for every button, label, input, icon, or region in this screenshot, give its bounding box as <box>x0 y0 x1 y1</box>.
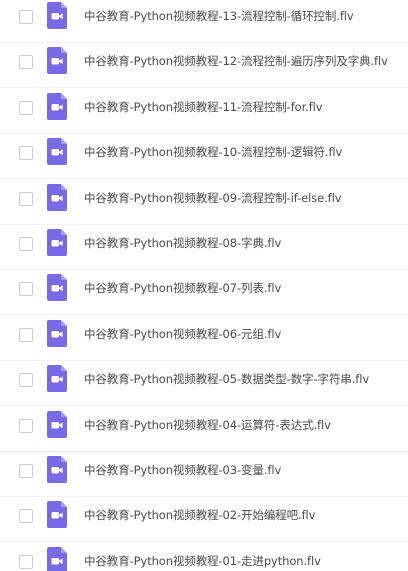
video-file-icon[interactable] <box>47 183 67 211</box>
row-checkbox[interactable] <box>19 191 33 206</box>
video-file-icon[interactable] <box>47 546 67 571</box>
row-checkbox[interactable] <box>19 418 33 433</box>
file-name[interactable]: 中谷教育-Python视频教程-03-变量.flv <box>84 461 281 479</box>
row-checkbox[interactable] <box>19 282 33 297</box>
row-checkbox[interactable] <box>19 10 33 24</box>
video-file-icon[interactable] <box>47 274 67 302</box>
video-file-icon[interactable] <box>47 229 67 256</box>
row-checkbox[interactable] <box>19 509 33 524</box>
file-row[interactable]: 中谷教育-Python视频教程-09-流程控制-if-else.flv <box>0 180 408 225</box>
row-checkbox[interactable] <box>19 554 33 569</box>
row-checkbox[interactable] <box>19 373 33 388</box>
file-row[interactable]: 中谷教育-Python视频教程-05-数据类型-数字-字符串.flv <box>0 361 408 407</box>
file-row[interactable]: 中谷教育-Python视频教程-03-变量.flv <box>0 452 408 497</box>
file-name[interactable]: 中谷教育-Python视频教程-12-流程控制-遍历序列及字典.flv <box>84 52 388 70</box>
video-file-icon[interactable] <box>47 47 67 75</box>
file-name[interactable]: 中谷教育-Python视频教程-01-走进python.flv <box>84 552 321 570</box>
file-row[interactable]: 中谷教育-Python视频教程-08-字典.flv <box>0 225 408 270</box>
file-name[interactable]: 中谷教育-Python视频教程-13-流程控制-循环控制.flv <box>84 7 354 25</box>
file-row[interactable]: 中谷教育-Python视频教程-13-流程控制-循环控制.flv <box>0 0 408 43</box>
file-row[interactable]: 中谷教育-Python视频教程-06-元组.flv <box>0 316 408 361</box>
video-file-icon[interactable] <box>47 410 67 438</box>
file-name[interactable]: 中谷教育-Python视频教程-10-流程控制-逻辑符.flv <box>84 143 342 161</box>
file-row[interactable]: 中谷教育-Python视频教程-11-流程控制-for.flv <box>0 89 408 134</box>
file-row[interactable]: 中谷教育-Python视频教程-07-列表.flv <box>0 270 408 316</box>
video-file-icon[interactable] <box>47 456 67 483</box>
file-row[interactable]: 中谷教育-Python视频教程-02-开始编程吧.flv <box>0 497 408 543</box>
file-row[interactable]: 中谷教育-Python视频教程-12-流程控制-遍历序列及字典.flv <box>0 43 408 89</box>
file-name[interactable]: 中谷教育-Python视频教程-07-列表.flv <box>84 279 281 297</box>
file-row[interactable]: 中谷教育-Python视频教程-01-走进python.flv <box>0 543 408 571</box>
file-name[interactable]: 中谷教育-Python视频教程-04-运算符-表达式.flv <box>84 416 331 434</box>
file-name[interactable]: 中谷教育-Python视频教程-02-开始编程吧.flv <box>84 506 315 524</box>
file-row[interactable]: 中谷教育-Python视频教程-10-流程控制-逻辑符.flv <box>0 134 408 180</box>
row-checkbox[interactable] <box>19 237 33 251</box>
file-list: 中谷教育-Python视频教程-13-流程控制-循环控制.flv 中谷教育-Pyt… <box>0 0 408 571</box>
file-name[interactable]: 中谷教育-Python视频教程-05-数据类型-数字-字符串.flv <box>84 370 369 388</box>
file-name[interactable]: 中谷教育-Python视频教程-09-流程控制-if-else.flv <box>84 189 342 207</box>
video-file-icon[interactable] <box>47 2 67 29</box>
file-name[interactable]: 中谷教育-Python视频教程-11-流程控制-for.flv <box>84 98 323 116</box>
file-name[interactable]: 中谷教育-Python视频教程-06-元组.flv <box>84 325 281 343</box>
video-file-icon[interactable] <box>47 138 67 166</box>
file-name[interactable]: 中谷教育-Python视频教程-08-字典.flv <box>84 234 281 252</box>
video-file-icon[interactable] <box>47 319 67 347</box>
row-checkbox[interactable] <box>19 100 33 115</box>
row-checkbox[interactable] <box>19 327 33 342</box>
video-file-icon[interactable] <box>47 92 67 120</box>
row-checkbox[interactable] <box>19 55 33 70</box>
video-file-icon[interactable] <box>47 501 67 529</box>
file-row[interactable]: 中谷教育-Python视频教程-04-运算符-表达式.flv <box>0 407 408 452</box>
video-file-icon[interactable] <box>47 365 67 393</box>
row-checkbox[interactable] <box>19 146 33 161</box>
row-checkbox[interactable] <box>19 464 33 478</box>
